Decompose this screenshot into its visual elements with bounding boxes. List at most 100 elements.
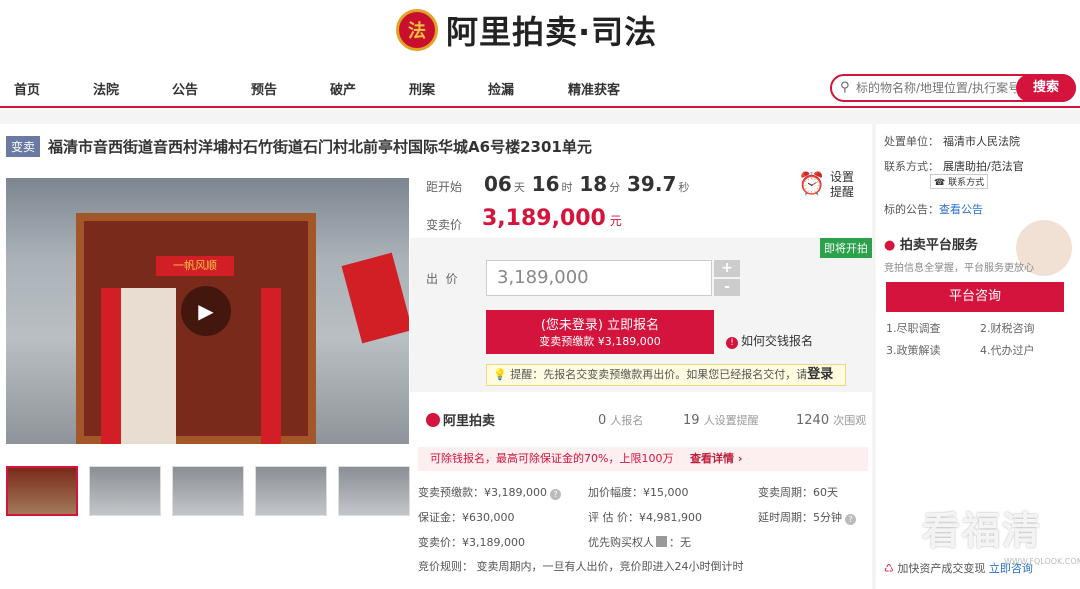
nav-criminal[interactable]: 刑案 xyxy=(409,79,435,98)
increase-bid-button[interactable]: + xyxy=(714,260,740,277)
view-count: 1240 次围观 xyxy=(796,412,866,428)
alipaimai-logo: 阿里拍卖 xyxy=(426,410,495,429)
service-title-text: 拍卖平台服务 xyxy=(899,238,978,253)
priority-value: ：无 xyxy=(669,536,691,549)
contact-button-label: 联系方式 xyxy=(948,178,985,188)
thumbnail[interactable] xyxy=(255,466,327,516)
nav-preview[interactable]: 预告 xyxy=(251,79,277,98)
search-icon: ⚲ xyxy=(840,80,850,95)
help-icon[interactable]: ? xyxy=(845,514,856,525)
priority-label: 优先购买权人 xyxy=(588,536,654,549)
service-policy[interactable]: 3.政策解读 xyxy=(886,342,941,358)
alipaimai-icon xyxy=(426,413,440,427)
hours-unit: 时 xyxy=(561,181,573,194)
disposal-unit-value: 福清市人民法院 xyxy=(943,135,1020,148)
nav-home[interactable]: 首页 xyxy=(14,79,40,98)
watermark-url: WWW.FQLOOK.COM xyxy=(1004,557,1080,566)
bid-amount-input[interactable]: 3,189,000 xyxy=(486,260,712,296)
notice-label: 标的公告： xyxy=(884,203,939,216)
service-transfer[interactable]: 4.代办过户 xyxy=(980,342,1035,358)
decrease-bid-button[interactable]: - xyxy=(714,279,740,296)
alarm-clock-icon: ⏰ xyxy=(798,172,826,197)
view-notice-link[interactable]: 查看公告 xyxy=(939,203,983,216)
search-button[interactable]: 搜索 xyxy=(1016,74,1076,102)
price: 3,189,000 元 xyxy=(482,206,622,231)
nav-bankruptcy[interactable]: 破产 xyxy=(330,79,356,98)
signup-count-label: 人报名 xyxy=(610,414,644,427)
consult-button[interactable]: 平台咨询 xyxy=(886,282,1064,312)
view-count-label: 次围观 xyxy=(833,414,867,427)
auction-title: 福清市音西街道音西村洋埔村石竹街道石门村北前亭村国际华城A6号楼2301单元 xyxy=(48,137,592,156)
sale-period: 变卖周期：60天 xyxy=(758,486,838,499)
service-title: ● 拍卖平台服务 xyxy=(884,234,978,253)
reminder-line2: 提醒 xyxy=(830,185,855,199)
nav-bargain[interactable]: 捡漏 xyxy=(488,79,514,98)
reminder-count: 19 人设置提醒 xyxy=(683,412,759,428)
notice-row: 标的公告：查看公告 xyxy=(884,201,983,217)
couplet-left xyxy=(101,288,121,444)
countdown: 06 天 16 时 18 分 39.7 秒 xyxy=(484,172,692,196)
nav-customers[interactable]: 精准获客 xyxy=(568,79,620,98)
thumbnail[interactable] xyxy=(6,466,78,516)
title-row: 变卖 福清市音西街道音西村洋埔村石竹街道石门村北前亭村国际华城A6号楼2301单… xyxy=(6,135,592,157)
deposit-note-text: 可除钱报名，最高可除保证金的70%，上限100万 xyxy=(430,452,674,465)
thumbnail[interactable] xyxy=(89,466,161,516)
bid-box: 即将开拍 出 价 3,189,000 + - (您未登录) 立即报名 变卖预缴款… xyxy=(410,238,872,392)
service-due-diligence[interactable]: 1.尽职调查 xyxy=(886,320,941,336)
view-details-link[interactable]: 查看详情 › xyxy=(690,447,742,471)
logo-text: 阿里拍卖·司法 xyxy=(446,13,658,51)
info-box-icon xyxy=(656,536,667,547)
service-tax[interactable]: 2.财税咨询 xyxy=(980,320,1035,336)
prepay-amount: 变卖预缴款：¥3,189,000? xyxy=(418,484,561,500)
how-to-pay-link[interactable]: ! 如何交钱报名 xyxy=(726,332,813,349)
thumbnail[interactable] xyxy=(172,466,244,516)
fu-decoration xyxy=(341,252,409,344)
contact-value: 展唐助拍/范法官 xyxy=(943,160,1024,173)
bidding-rule: 竞价规则： 变卖周期内，一旦有人出价，竞价即进入24小时倒计时 xyxy=(418,560,744,573)
price-value: 3,189,000 xyxy=(482,206,606,231)
lightbulb-icon: 💡 xyxy=(493,368,507,381)
promo-icon: ♺ xyxy=(884,562,894,575)
bid-label: 出 价 xyxy=(426,272,458,286)
contact-button[interactable]: ☎ 联系方式 xyxy=(930,174,989,189)
countdown-days: 06 xyxy=(484,172,512,196)
main-photo[interactable]: 一帆风顺 ▶ xyxy=(6,178,409,444)
priority-buyer: 优先购买权人 ：无 xyxy=(588,534,691,550)
prepay-text: 变卖预缴款：¥3,189,000 xyxy=(418,486,547,499)
tip-text: 提醒：先报名交变卖预缴款再出价。如果您已经报名交付，请 xyxy=(510,368,808,381)
reminder-count-label: 人设置提醒 xyxy=(703,414,759,427)
disposal-unit-label: 处置单位： xyxy=(884,135,939,148)
contact-info: 联系方式： 展唐助拍/范法官 xyxy=(884,158,1024,174)
signup-count-value: 0 xyxy=(598,413,607,428)
nav-court[interactable]: 法院 xyxy=(93,79,119,98)
signup-button[interactable]: (您未登录) 立即报名 变卖预缴款 ¥3,189,000 xyxy=(486,310,714,354)
play-video-icon[interactable]: ▶ xyxy=(181,286,231,336)
deposit-loan-note: 可除钱报名，最高可除保证金的70%，上限100万 查看详情 › xyxy=(418,447,868,471)
login-tip: 💡 提醒：先报名交变卖预缴款再出价。如果您已经报名交付，请登录 xyxy=(486,364,846,386)
nav-announcement[interactable]: 公告 xyxy=(172,79,198,98)
disposal-unit: 处置单位： 福清市人民法院 xyxy=(884,133,1020,149)
minutes-unit: 分 xyxy=(609,181,621,194)
contact-label: 联系方式： xyxy=(884,160,939,173)
alipaimai-text: 阿里拍卖 xyxy=(443,414,496,429)
search-input[interactable] xyxy=(856,79,1016,97)
thumbnail[interactable] xyxy=(338,466,410,516)
service-logo-icon: ● xyxy=(884,238,896,253)
login-link[interactable]: 登录 xyxy=(807,367,833,382)
promo-text: 加快资产成交变现 xyxy=(897,562,986,575)
signup-count: 0 人报名 xyxy=(598,412,643,428)
view-count-value: 1240 xyxy=(796,413,830,428)
help-icon[interactable]: ? xyxy=(549,489,561,500)
coming-soon-badge: 即将开拍 xyxy=(820,238,872,258)
sale-price: 变卖价：¥3,189,000 xyxy=(418,536,525,549)
days-unit: 天 xyxy=(513,181,525,194)
watermark: 看福清 xyxy=(922,509,1043,553)
phone-icon: ☎ xyxy=(934,178,946,188)
countdown-label: 距开始 xyxy=(426,180,463,194)
site-logo[interactable]: 法 阿里拍卖·司法 xyxy=(396,4,657,56)
delay-text: 延时周期：5分钟 xyxy=(758,511,842,524)
signup-line1: (您未登录) 立即报名 xyxy=(540,318,660,333)
bid-increment: 加价幅度：¥15,000 xyxy=(588,486,689,499)
price-label: 变卖价 xyxy=(426,218,463,232)
auction-stats: 阿里拍卖 0 人报名 19 人设置提醒 1240 次围观 xyxy=(418,408,868,430)
